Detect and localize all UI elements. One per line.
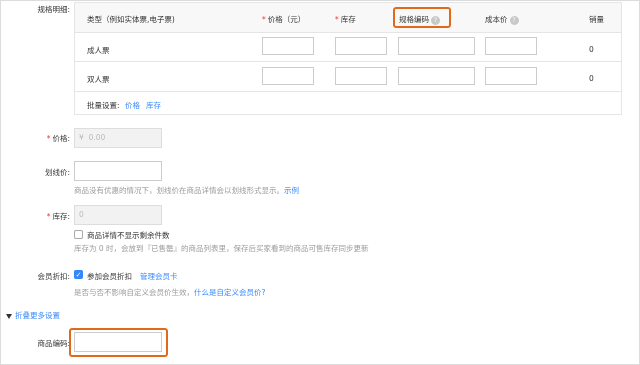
strike-price-help: 商品没有优惠的情况下，划线价在商品详情会以划线形式显示。示例: [74, 186, 299, 195]
row-name: 双人票: [87, 75, 110, 84]
spec-table: 类型（例如实体票,电子票) * 价格（元） * 库存 规格编码? 成本价? 销量 成…: [74, 2, 622, 115]
row-sales: 0: [589, 45, 594, 54]
row-stock-input[interactable]: [335, 37, 387, 55]
spec-table-header: 类型（例如实体票,电子票) * 价格（元） * 库存 规格编码? 成本价? 销量: [75, 3, 621, 33]
header-type: 类型（例如实体票,电子票): [87, 15, 175, 24]
member-help: 是否与否不影响自定义会员价生效，什么是自定义会员价?: [74, 288, 266, 297]
stock-label: * 库存:: [46, 212, 70, 221]
strike-price-label: 划线价:: [44, 168, 70, 177]
collapse-more-settings[interactable]: 折叠更多设置: [6, 310, 60, 321]
price-input[interactable]: ¥ 0.00: [74, 128, 162, 148]
custom-member-price-link[interactable]: 什么是自定义会员价?: [194, 288, 265, 297]
row-sales: 0: [589, 74, 594, 83]
row-code-input[interactable]: [398, 67, 475, 85]
row-divider: [75, 91, 621, 92]
row-price-input[interactable]: [262, 67, 314, 85]
header-sales: 销量: [589, 15, 604, 24]
header-stock: * 库存: [335, 15, 356, 24]
example-link[interactable]: 示例: [284, 186, 299, 195]
caret-down-icon: [6, 313, 12, 319]
row-stock-input[interactable]: [335, 67, 387, 85]
row-divider: [75, 61, 621, 62]
currency-symbol: ¥: [79, 133, 84, 142]
spec-label: 规格明细:: [37, 5, 70, 14]
member-discount-checkbox[interactable]: ✓: [74, 270, 83, 279]
stock-help: 库存为 0 时，会放到『已售罄』的商品列表里，保存后买家看到的商品可售库存同步更…: [74, 244, 369, 253]
hide-stock-checkbox[interactable]: [74, 230, 83, 239]
strike-price-input[interactable]: [74, 161, 162, 181]
row-name: 成人票: [87, 46, 110, 55]
code-header-highlight: [393, 7, 451, 28]
stock-input[interactable]: 0: [74, 205, 162, 225]
help-icon[interactable]: ?: [509, 15, 519, 25]
member-discount-label: 会员折扣:: [37, 272, 70, 281]
price-label: * 价格:: [46, 134, 70, 143]
row-cost-input[interactable]: [485, 67, 537, 85]
batch-label: 批量设置:: [87, 101, 120, 110]
row-cost-input[interactable]: [485, 37, 537, 55]
header-cost: 成本价?: [485, 14, 519, 25]
manage-member-card-link[interactable]: 管理会员卡: [140, 271, 178, 282]
member-discount-option: 参加会员折扣: [87, 272, 132, 281]
batch-price-link[interactable]: 价格: [125, 100, 140, 111]
header-price: * 价格（元）: [262, 15, 306, 24]
product-code-label: 商品编码:: [37, 339, 70, 348]
product-code-highlight: [69, 328, 168, 357]
batch-stock-link[interactable]: 库存: [146, 100, 161, 111]
price-placeholder: 0.00: [88, 133, 106, 142]
hide-stock-label: 商品详情不显示剩余件数: [87, 231, 170, 240]
row-price-input[interactable]: [262, 37, 314, 55]
row-code-input[interactable]: [398, 37, 475, 55]
